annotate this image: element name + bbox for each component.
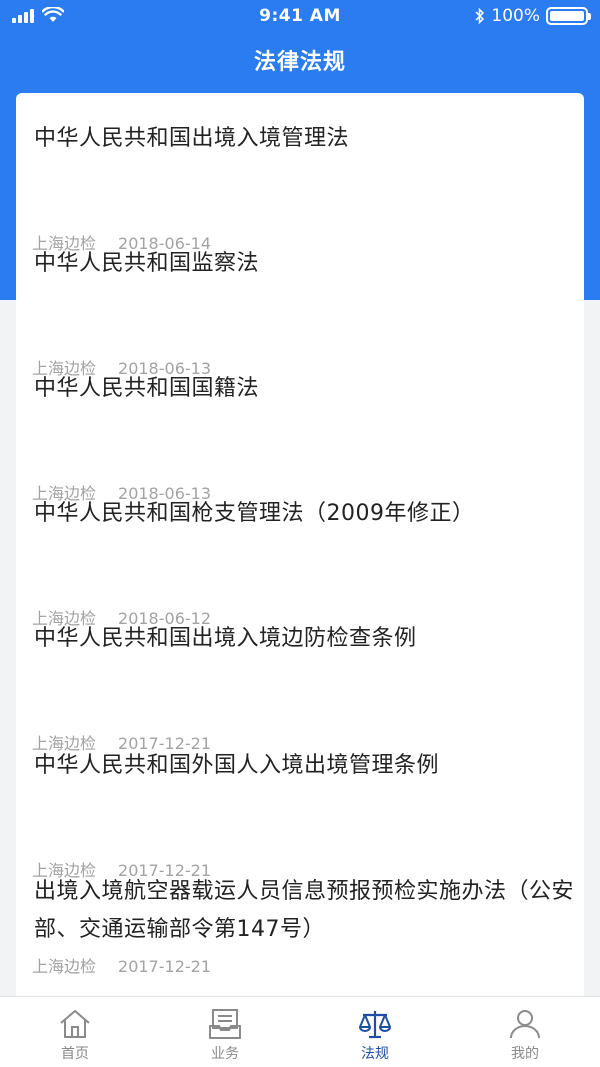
scale-icon	[359, 1011, 391, 1039]
inbox-icon	[209, 1009, 241, 1039]
tab-label: 法规	[361, 1046, 389, 1062]
law-title: 出境入境航空器载运人员信息预报预检实施办法（公安部、交通运输部令第147号）	[34, 879, 575, 942]
tab-home[interactable]: 首页	[0, 997, 150, 1067]
list-item[interactable]: 出境入境航空器载运人员信息预报预检实施办法（公安部、交通运输部令第147号） 上…	[16, 873, 584, 1013]
user-icon	[510, 1010, 540, 1039]
law-title: 中华人民共和国枪支管理法（2009年修正）	[34, 501, 475, 526]
home-icon	[60, 1010, 90, 1038]
tab-business[interactable]: 业务	[150, 997, 300, 1067]
list-item[interactable]: 中华人民共和国枪支管理法（2009年修正） 上海边检 2018-06-12	[16, 495, 584, 628]
tab-mine[interactable]: 我的	[450, 997, 600, 1067]
screen: 9:41 AM 100% 法律法规 中华人民共和国出境入境管理法 上海边检 201…	[0, 0, 600, 1067]
page-title: 法律法规	[253, 50, 346, 75]
list-item[interactable]: 中华人民共和国外国人入境出境管理条例 上海边检 2017-12-21	[16, 747, 584, 880]
law-title: 中华人民共和国国籍法	[34, 376, 260, 401]
law-title: 中华人民共和国出境入境边防检查条例	[34, 626, 417, 651]
status-bar: 9:41 AM 100%	[0, 0, 600, 34]
tab-bar: 首页 业务 法规 我的	[0, 996, 600, 1067]
tab-label: 我的	[511, 1046, 539, 1062]
battery-icon	[546, 7, 591, 25]
list-item[interactable]: 中华人民共和国监察法 上海边检 2018-06-13	[16, 245, 584, 378]
law-title: 中华人民共和国监察法	[34, 251, 260, 276]
list-item[interactable]: 中华人民共和国国籍法 上海边检 2018-06-13	[16, 370, 584, 503]
list-item[interactable]: 中华人民共和国出境入境边防检查条例 上海边检 2017-12-21	[16, 620, 584, 753]
law-list: 中华人民共和国出境入境管理法 上海边检 2018-06-14 中华人民共和国监察法…	[16, 93, 584, 1013]
law-source: 上海边检	[32, 957, 97, 976]
battery-percent: 100%	[491, 6, 540, 26]
list-item[interactable]: 中华人民共和国出境入境管理法 上海边检 2018-06-14	[16, 120, 584, 253]
law-meta: 上海边检 2017-12-21	[32, 953, 211, 977]
status-right: 100%	[475, 6, 591, 26]
law-title: 中华人民共和国外国人入境出境管理条例	[34, 753, 440, 778]
bluetooth-icon	[475, 7, 485, 25]
tab-laws[interactable]: 法规	[300, 997, 450, 1067]
tab-label: 首页	[61, 1046, 89, 1062]
tab-label: 业务	[211, 1046, 239, 1062]
law-date: 2017-12-21	[118, 957, 211, 976]
law-title: 中华人民共和国出境入境管理法	[34, 126, 350, 151]
